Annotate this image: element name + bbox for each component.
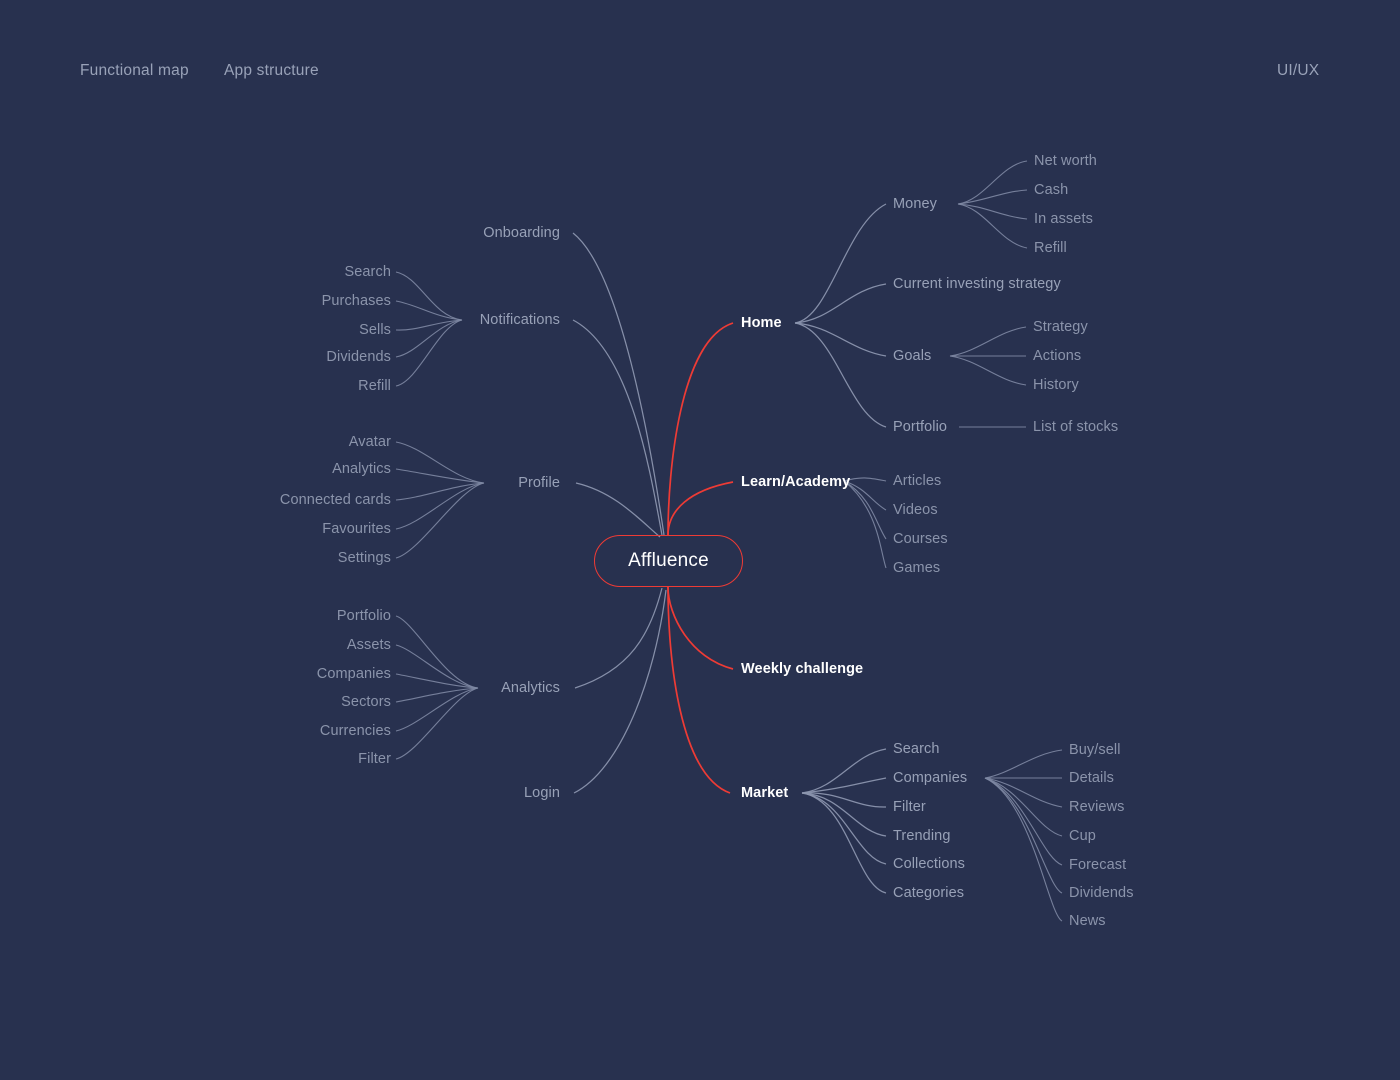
- edge-analytics-portfolio: [395, 615, 479, 689]
- node-categories[interactable]: Categories: [893, 886, 964, 901]
- edge-learn-courses: [843, 480, 887, 540]
- mind-map-canvas: Functional map App structure UI/UX Afflu…: [0, 0, 1400, 1080]
- node-notifications[interactable]: Notifications: [480, 313, 560, 328]
- edge-money-cash: [957, 189, 1028, 205]
- node-cash[interactable]: Cash: [1034, 183, 1068, 198]
- edge-root-home: [667, 322, 734, 536]
- edge-goals-history: [949, 355, 1027, 386]
- node-home[interactable]: Home: [741, 316, 782, 331]
- root-node-affluence[interactable]: Affluence: [594, 535, 743, 587]
- edge-companies-forecast: [984, 777, 1063, 866]
- node-dividends-companies[interactable]: Dividends: [1069, 886, 1134, 901]
- node-reviews[interactable]: Reviews: [1069, 800, 1125, 815]
- edge-root-notifications: [572, 319, 663, 536]
- edge-goals-strategy: [949, 326, 1027, 357]
- edge-market-categories: [801, 792, 887, 894]
- node-goals[interactable]: Goals: [893, 349, 931, 364]
- node-login[interactable]: Login: [524, 786, 560, 801]
- node-details[interactable]: Details: [1069, 771, 1114, 786]
- node-profile[interactable]: Profile: [518, 476, 560, 491]
- edge-home-goals: [794, 322, 887, 357]
- node-videos[interactable]: Videos: [893, 503, 938, 518]
- edge-profile-settings: [395, 482, 485, 559]
- edge-root-learn: [667, 481, 734, 536]
- node-avatar[interactable]: Avatar: [349, 435, 391, 450]
- node-buy-sell[interactable]: Buy/sell: [1069, 743, 1121, 758]
- edge-profile-connectedcards: [395, 482, 485, 501]
- node-connected-cards[interactable]: Connected cards: [280, 493, 391, 508]
- node-in-assets[interactable]: In assets: [1034, 212, 1093, 227]
- edge-analytics-filter: [395, 687, 479, 760]
- node-portfolio-home[interactable]: Portfolio: [893, 420, 947, 435]
- edge-market-collections: [801, 792, 887, 865]
- node-currencies[interactable]: Currencies: [320, 724, 391, 739]
- edge-learn-articles: [843, 477, 887, 482]
- node-actions[interactable]: Actions: [1033, 349, 1081, 364]
- node-refill-money[interactable]: Refill: [1034, 241, 1067, 256]
- node-strategy[interactable]: Strategy: [1033, 320, 1088, 335]
- edge-notifications-search: [395, 271, 463, 321]
- node-news[interactable]: News: [1069, 914, 1106, 929]
- root-node-label: Affluence: [628, 550, 709, 571]
- node-companies-market[interactable]: Companies: [893, 771, 967, 786]
- node-collections[interactable]: Collections: [893, 857, 965, 872]
- node-analytics-profile[interactable]: Analytics: [332, 462, 391, 477]
- node-onboarding[interactable]: Onboarding: [483, 226, 560, 241]
- node-search-notifications[interactable]: Search: [344, 265, 391, 280]
- edge-home-money: [794, 203, 887, 324]
- edge-root-weekly: [667, 586, 734, 670]
- edge-market-trending: [801, 792, 887, 837]
- node-money[interactable]: Money: [893, 197, 937, 212]
- node-analytics[interactable]: Analytics: [501, 681, 560, 696]
- node-assets[interactable]: Assets: [347, 638, 391, 653]
- node-net-worth[interactable]: Net worth: [1034, 154, 1097, 169]
- edge-companies-dividends: [984, 777, 1063, 894]
- node-refill-notifications[interactable]: Refill: [358, 379, 391, 394]
- node-dividends-notifications[interactable]: Dividends: [326, 350, 391, 365]
- edge-money-networth: [957, 160, 1028, 205]
- node-search-market[interactable]: Search: [893, 742, 940, 757]
- node-filter-market[interactable]: Filter: [893, 800, 926, 815]
- edge-root-login: [573, 589, 667, 794]
- node-current-investing-strategy[interactable]: Current investing strategy: [893, 277, 1061, 292]
- node-weekly-challenge[interactable]: Weekly challenge: [741, 662, 863, 677]
- node-market[interactable]: Market: [741, 786, 788, 801]
- edge-root-profile: [575, 482, 661, 538]
- edge-companies-cup: [984, 777, 1063, 837]
- node-list-of-stocks[interactable]: List of stocks: [1033, 420, 1118, 435]
- node-sells[interactable]: Sells: [359, 323, 391, 338]
- edge-learn-games: [843, 480, 887, 569]
- node-learn-academy[interactable]: Learn/Academy: [741, 475, 850, 490]
- edge-companies-buysell: [984, 749, 1063, 779]
- edge-root-onboarding: [572, 232, 665, 536]
- edge-companies-news: [984, 777, 1063, 922]
- node-portfolio-analytics[interactable]: Portfolio: [337, 609, 391, 624]
- edge-analytics-companies: [395, 673, 479, 689]
- edge-market-companies: [801, 777, 887, 794]
- edge-money-inassets: [957, 203, 1028, 220]
- node-favourites[interactable]: Favourites: [322, 522, 391, 537]
- node-forecast[interactable]: Forecast: [1069, 858, 1126, 873]
- node-purchases[interactable]: Purchases: [322, 294, 391, 309]
- node-courses[interactable]: Courses: [893, 532, 948, 547]
- node-sectors[interactable]: Sectors: [341, 695, 391, 710]
- edge-profile-analytics: [395, 468, 485, 484]
- node-trending[interactable]: Trending: [893, 829, 951, 844]
- node-cup[interactable]: Cup: [1069, 829, 1096, 844]
- edge-root-market: [667, 586, 731, 794]
- node-settings[interactable]: Settings: [338, 551, 391, 566]
- node-history[interactable]: History: [1033, 378, 1079, 393]
- edge-home-strategy: [794, 283, 887, 324]
- node-filter-analytics[interactable]: Filter: [358, 752, 391, 767]
- node-articles[interactable]: Articles: [893, 474, 941, 489]
- node-companies-analytics[interactable]: Companies: [317, 667, 391, 682]
- node-games[interactable]: Games: [893, 561, 940, 576]
